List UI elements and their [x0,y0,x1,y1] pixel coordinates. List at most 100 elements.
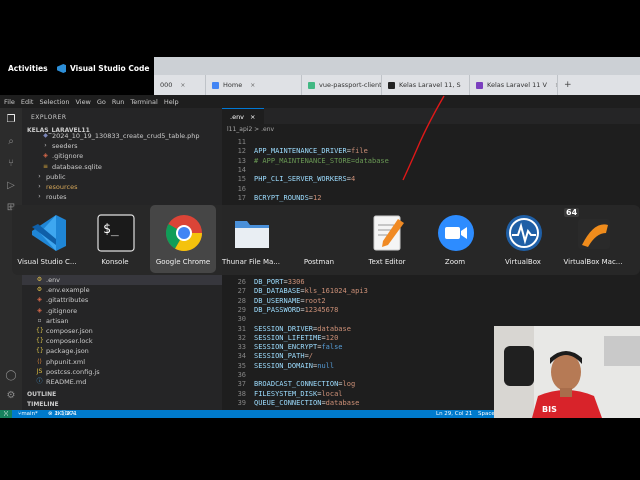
env-key: SESSION_ENCRYPT [254,343,318,352]
file-tree-item[interactable]: ◈ .gitignore [22,306,77,316]
file-tree-item[interactable]: {} composer.json [22,326,93,336]
switcher-app-postman[interactable]: Postman [286,205,352,273]
code-line[interactable]: DB_USERNAME=root2 [254,297,326,305]
outline-section[interactable]: OUTLINE [27,391,56,398]
close-tab-icon[interactable]: × [250,82,255,89]
file-tree-item[interactable]: › routes [22,192,66,202]
file-tree-item[interactable]: ⚙ .env.example [22,285,90,295]
code-line[interactable]: BCRYPT_ROUNDS=12 [254,194,321,202]
line-number: 17 [237,193,246,202]
file-tree-item[interactable]: ◈ .gitignore [22,151,83,161]
close-icon[interactable]: × [250,113,255,121]
close-tab-icon[interactable]: × [180,82,185,89]
explorer-icon[interactable]: ❐ [5,114,17,126]
branch-indicator[interactable]: ⑂ main* [18,410,38,418]
code-line[interactable]: QUEUE_CONNECTION=database [254,399,359,407]
file-tree-item[interactable]: JS postcss.config.js [22,367,100,377]
switcher-app-label: VirtualBox Mac... [563,258,623,266]
switcher-app-vscode[interactable]: Visual Studio C... [14,205,80,273]
close-tab-icon[interactable]: × [555,82,557,89]
switcher-app-virtualbox-machine[interactable]: VirtualBox Mac... 64 [560,205,626,273]
browser-tab[interactable]: Home × [206,75,302,95]
account-icon[interactable]: ◯ [5,370,17,382]
switcher-app-terminal[interactable]: $_ Konsole [82,205,148,273]
new-tab-button[interactable]: + [558,75,578,95]
code-line[interactable]: DB_PASSWORD=12345678 [254,306,338,314]
line-number: 37 [237,380,246,389]
code-line[interactable]: PHP_CLI_SERVER_WORKERS=4 [254,175,355,183]
browser-tab[interactable]: 000 × [154,75,206,95]
file-tree-item[interactable]: ⚙ .env [22,275,222,285]
browser-tab[interactable]: vue-passport-client× [302,75,382,95]
file-tree-item[interactable]: ◆ 2024_10_19_130833_create_crud5_table.ph… [22,131,199,141]
switcher-app-text-editor[interactable]: Text Editor [354,205,420,273]
problems-indicator[interactable]: ⊗ 1K ⚠ 10K+ ⓘ 271 [48,410,77,418]
code-line[interactable]: SESSION_LIFETIME=120 [254,334,338,342]
file-tree-item[interactable]: › seeders [22,141,77,151]
editor-tab-bar: .env × [222,108,640,124]
menu-item-edit[interactable]: Edit [21,98,34,106]
switcher-app-chrome[interactable]: Google Chrome [150,205,216,273]
file-tree-item[interactable]: ≡ database.sqlite [22,162,102,172]
browser-tab[interactable]: Kelas Laravel 11, S× [382,75,470,95]
webcam-overlay: BIS [494,326,640,418]
line-number: 36 [237,371,246,379]
line-number: 16 [237,184,246,193]
file-tree-item[interactable]: ▫ artisan [22,316,69,326]
line-number: 32 [237,333,246,342]
menu-item-run[interactable]: Run [112,98,124,106]
line-number: 33 [237,343,246,352]
menu-item-file[interactable]: File [4,98,15,106]
line-number: 28 [237,296,246,305]
menu-item-terminal[interactable]: Terminal [130,98,157,106]
cursor-position[interactable]: Ln 29, Col 21 [436,410,472,418]
indentation[interactable]: Space [478,410,495,418]
editor-tab-env[interactable]: .env × [222,108,264,124]
menu-item-go[interactable]: Go [97,98,106,106]
menu-item-view[interactable]: View [75,98,90,106]
timeline-section[interactable]: TIMELINE [27,401,59,408]
breadcrumb[interactable]: l11_api2 > .env [227,126,274,133]
code-line[interactable]: SESSION_DOMAIN=null [254,362,334,370]
menu-item-help[interactable]: Help [164,98,179,106]
env-key: DB_PORT [254,278,284,286]
code-line[interactable]: BROADCAST_CONNECTION=log [254,380,355,388]
file-tree-item[interactable]: ◈ .gitattributes [22,295,88,305]
code-line[interactable]: DB_PORT=3306 [254,278,305,286]
code-line[interactable]: FILESYSTEM_DISK=local [254,390,343,398]
code-line[interactable]: SESSION_PATH=/ [254,352,313,360]
file-tree-item[interactable]: ⓘ README.md [22,377,86,387]
switcher-app-folder[interactable]: Thunar File Ma... [218,205,284,273]
db-file-icon: ≡ [42,162,49,170]
switcher-app-zoom[interactable]: Zoom [422,205,488,273]
source-control-icon[interactable]: ⑂ [5,158,17,170]
env-value: log [342,380,356,389]
file-tree-label: artisan [46,316,69,325]
settings-gear-icon[interactable]: ⚙ [5,390,17,402]
code-line[interactable]: APP_MAINTENANCE_DRIVER=file [254,147,368,155]
switcher-app-label: Zoom [444,258,466,266]
line-number: 30 [237,315,246,324]
code-line[interactable]: # APP_MAINTENANCE_STORE=database [254,157,389,165]
browser-tab[interactable]: Kelas Laravel 11 V × [470,75,558,95]
code-line[interactable]: DB_DATABASE=kls_161024_api3 [254,287,368,295]
run-debug-icon[interactable]: ▷ [5,180,17,192]
tab-favicon-icon [212,81,219,89]
line-number: 35 [237,361,246,370]
terminal-icon: $_ [97,214,135,252]
env-key: PHP_CLI_SERVER_WORKERS [254,175,347,184]
file-tree-item[interactable]: › resources [22,182,77,192]
file-tree-item[interactable]: › public [22,172,65,182]
code-line[interactable]: SESSION_ENCRYPT=false [254,343,343,351]
code-line[interactable]: SESSION_DRIVER=database [254,325,351,333]
file-tree-item[interactable]: ⟨⟩ phpunit.xml [22,357,85,367]
remote-icon[interactable]: ⟩⟨ [0,410,12,418]
switcher-app-virtualbox[interactable]: VirtualBox [490,205,556,273]
menu-item-selection[interactable]: Selection [39,98,69,106]
file-tree-item[interactable]: {} composer.lock [22,336,93,346]
gear-file-icon: ⚙ [36,286,43,294]
activities-button[interactable]: Activities [8,64,48,73]
focused-app-indicator[interactable]: Visual Studio Code [57,64,149,73]
file-tree-item[interactable]: {} package.json [22,346,89,356]
search-icon[interactable]: ⌕ [5,136,17,148]
